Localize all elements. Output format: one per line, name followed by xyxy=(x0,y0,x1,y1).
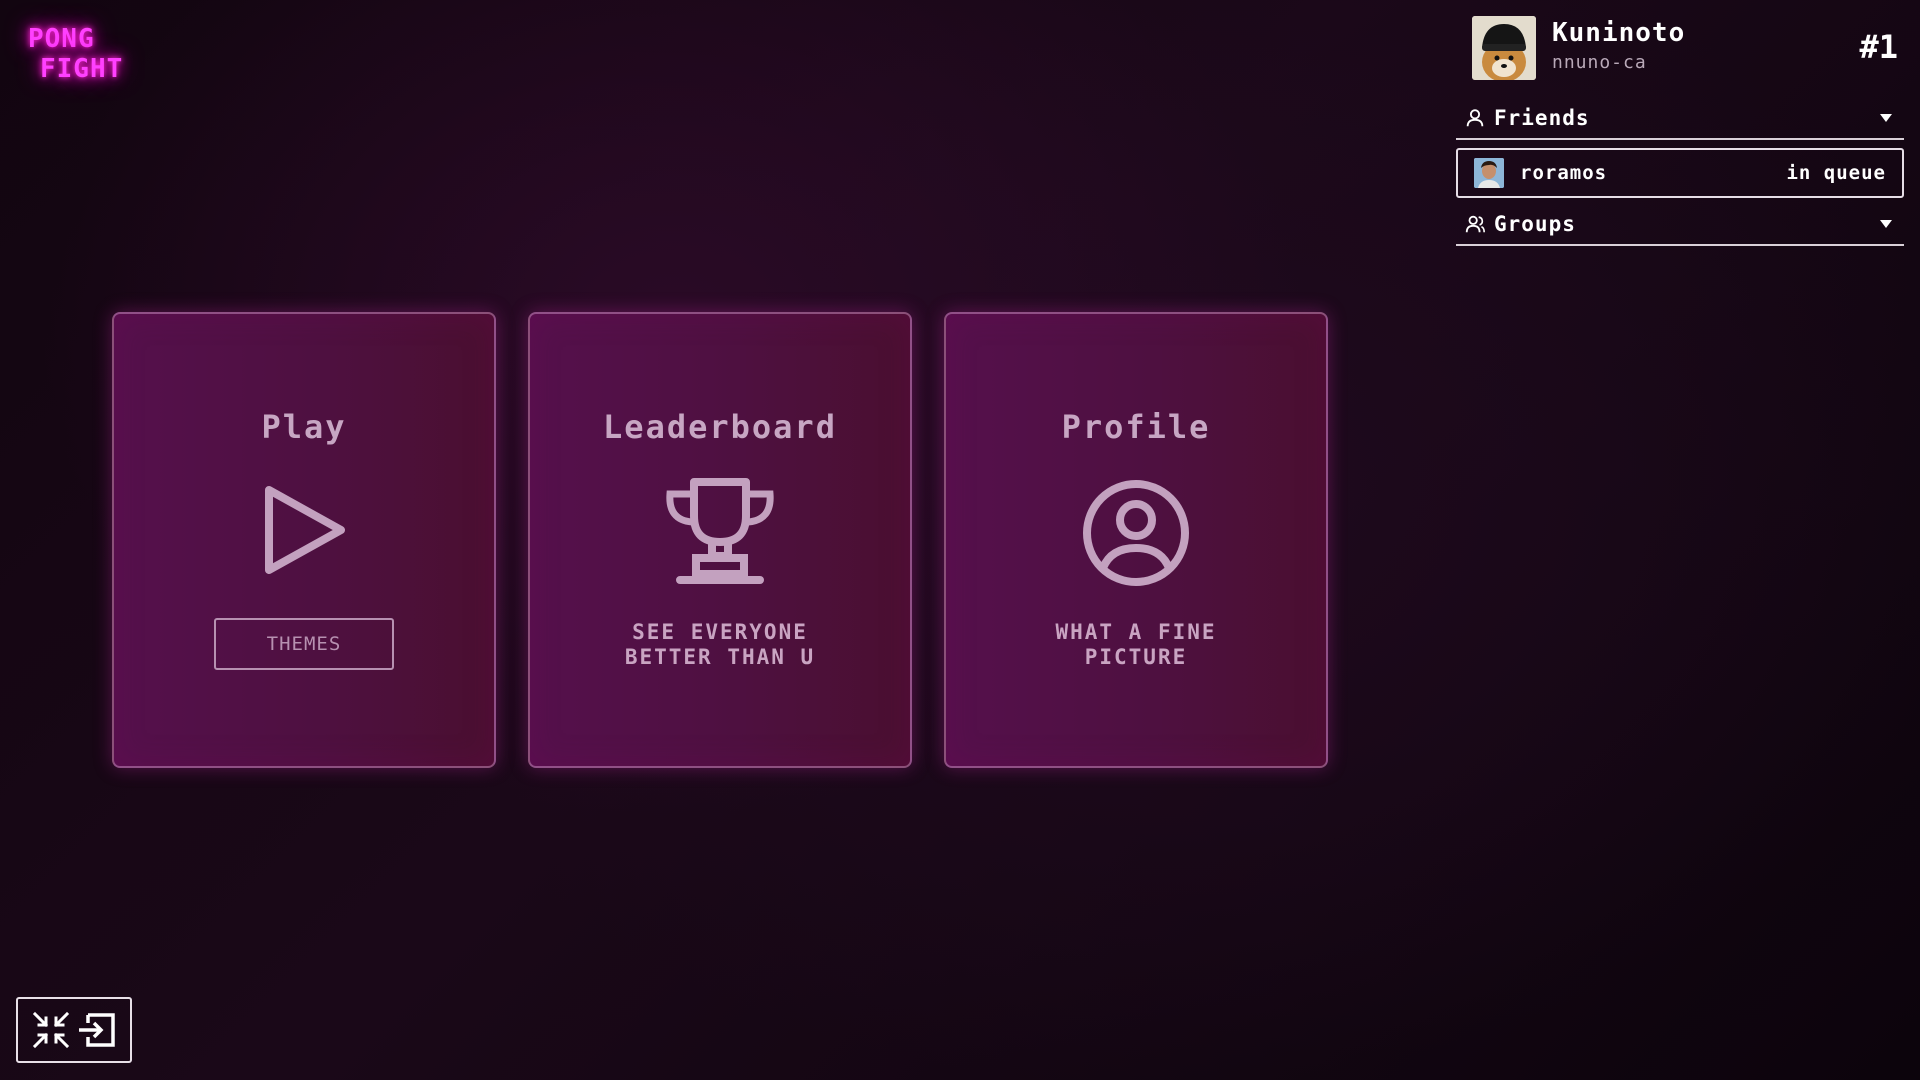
themes-button[interactable]: THEMES xyxy=(214,618,394,670)
leaderboard-card[interactable]: Leaderboard SEE EVERYONE BETTER THAN U xyxy=(528,312,912,768)
user-circle-icon xyxy=(1083,480,1189,586)
user-icon xyxy=(1466,109,1484,127)
profile-card[interactable]: Profile WHAT A FINE PICTURE xyxy=(944,312,1328,768)
user-rank: #1 xyxy=(1859,28,1898,66)
groups-section-header[interactable]: Groups xyxy=(1456,204,1904,246)
play-card-title: Play xyxy=(261,408,347,446)
logo-line-2: FIGHT xyxy=(40,54,124,84)
play-icon xyxy=(265,486,345,574)
trophy-icon xyxy=(666,478,774,584)
minimize-icon[interactable] xyxy=(31,1010,71,1050)
friends-label: Friends xyxy=(1494,106,1590,130)
user-panel: Kuninoto nnuno-ca #1 Friends roramos in … xyxy=(1456,16,1904,246)
friend-status: in queue xyxy=(1786,162,1886,184)
window-controls xyxy=(16,997,132,1063)
user-display-name: Kuninoto xyxy=(1552,18,1686,48)
users-icon xyxy=(1465,215,1485,233)
user-login: nnuno-ca xyxy=(1552,52,1647,73)
logout-icon[interactable] xyxy=(76,1010,118,1050)
chevron-down-icon[interactable] xyxy=(1880,114,1892,122)
app-screen: PONG FIGHT Kuninoto nnuno-ca #1 Friends … xyxy=(0,0,1920,1080)
groups-label: Groups xyxy=(1494,212,1576,236)
friend-name: roramos xyxy=(1520,162,1608,184)
chevron-down-icon[interactable] xyxy=(1880,220,1892,228)
leaderboard-card-title: Leaderboard xyxy=(603,408,837,446)
friend-list-item[interactable]: roramos in queue xyxy=(1456,148,1904,198)
logo-line-1: PONG xyxy=(28,24,95,54)
user-header: Kuninoto nnuno-ca #1 xyxy=(1456,16,1904,80)
user-avatar-image xyxy=(1472,16,1536,80)
user-avatar[interactable] xyxy=(1472,16,1536,80)
friend-avatar-image xyxy=(1474,158,1504,188)
leaderboard-card-description: SEE EVERYONE BETTER THAN U xyxy=(624,620,816,669)
logo: PONG FIGHT xyxy=(28,24,123,84)
profile-card-title: Profile xyxy=(1061,408,1211,446)
play-card[interactable]: Play THEMES xyxy=(112,312,496,768)
friend-avatar xyxy=(1474,158,1504,188)
friends-section-header[interactable]: Friends xyxy=(1456,98,1904,140)
profile-card-description: WHAT A FINE PICTURE xyxy=(1055,620,1217,669)
